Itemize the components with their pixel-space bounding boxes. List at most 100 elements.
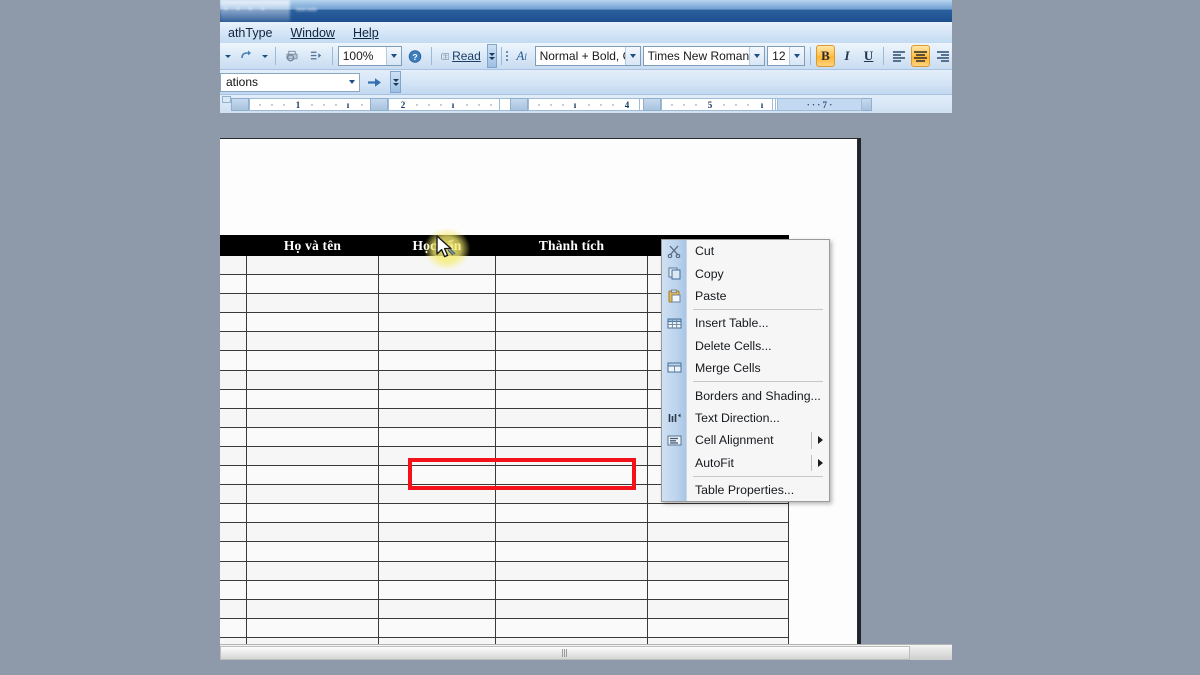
table-cell[interactable] — [496, 580, 648, 599]
show-formatting-marks-icon[interactable] — [305, 45, 327, 67]
font-size-dropdown-icon[interactable] — [789, 47, 804, 65]
ruler-tab-stop-3[interactable] — [643, 98, 661, 111]
table-row[interactable] — [220, 580, 789, 599]
table-cell[interactable] — [247, 580, 379, 599]
table-cell[interactable] — [247, 389, 379, 408]
table-cell[interactable] — [379, 599, 496, 618]
table-cell[interactable] — [220, 523, 247, 542]
table-cell[interactable] — [648, 561, 789, 580]
table-cell[interactable] — [247, 275, 379, 294]
table-cell[interactable] — [247, 332, 379, 351]
horizontal-scrollbar-thumb[interactable] — [220, 646, 910, 660]
table-cell[interactable] — [379, 275, 496, 294]
redo-arrow-icon[interactable] — [235, 45, 257, 67]
table-cell[interactable] — [247, 485, 379, 504]
table-cell[interactable] — [379, 294, 496, 313]
table-cell[interactable] — [496, 427, 648, 446]
menu-item-mathtype[interactable]: athType — [220, 24, 282, 42]
horizontal-scrollbar[interactable] — [220, 644, 952, 660]
table-cell[interactable] — [496, 599, 648, 618]
table-cell[interactable] — [247, 370, 379, 389]
table-cell[interactable] — [379, 256, 496, 275]
table-cell[interactable] — [379, 313, 496, 332]
table-cell[interactable] — [247, 599, 379, 618]
underline-button[interactable]: U — [859, 45, 879, 67]
table-cell[interactable] — [379, 485, 496, 504]
table-cell[interactable] — [496, 542, 648, 561]
align-center-icon[interactable] — [911, 45, 931, 67]
align-right-icon[interactable] — [932, 45, 952, 67]
table-cell[interactable] — [648, 523, 789, 542]
table-cell[interactable] — [496, 351, 648, 370]
table-cell[interactable] — [247, 542, 379, 561]
table-cell[interactable] — [496, 332, 648, 351]
table-cell[interactable] — [220, 370, 247, 389]
table-cell[interactable] — [220, 427, 247, 446]
table-row[interactable] — [220, 542, 789, 561]
table-cell[interactable] — [220, 332, 247, 351]
table-row[interactable] — [220, 599, 789, 618]
table-cell[interactable] — [648, 580, 789, 599]
table-cell[interactable] — [247, 618, 379, 637]
secondary-combobox[interactable]: ations — [220, 73, 360, 92]
zoom-dropdown-icon[interactable] — [386, 47, 401, 65]
font-combobox[interactable]: Times New Roman — [643, 46, 766, 66]
table-cell[interactable] — [379, 370, 496, 389]
style-dropdown-icon[interactable] — [625, 47, 640, 65]
table-cell[interactable] — [496, 389, 648, 408]
table-cell[interactable] — [379, 351, 496, 370]
menu-item-window[interactable]: Window — [282, 24, 344, 42]
table-cell[interactable] — [496, 313, 648, 332]
table-cell[interactable] — [496, 561, 648, 580]
context-menu-item-text-direction[interactable]: Text Direction... — [662, 407, 829, 429]
context-menu-item-merge-cells[interactable]: Merge Cells — [662, 357, 829, 379]
table-cell[interactable] — [379, 427, 496, 446]
bold-button[interactable]: B — [816, 45, 836, 67]
table-row[interactable] — [220, 504, 789, 523]
table-cell[interactable] — [496, 485, 648, 504]
table-cell[interactable] — [247, 294, 379, 313]
table-cell[interactable] — [496, 618, 648, 637]
table-cell[interactable] — [379, 523, 496, 542]
table-cell[interactable] — [247, 504, 379, 523]
table-cell[interactable] — [379, 446, 496, 465]
table-cell[interactable] — [648, 599, 789, 618]
table-cell[interactable] — [379, 561, 496, 580]
style-combobox[interactable]: Normal + Bold, C — [535, 46, 641, 66]
table-cell[interactable] — [648, 542, 789, 561]
table-cell[interactable] — [220, 389, 247, 408]
horizontal-ruler[interactable]: ··· 1 ··· ı · 2 ··· ı ··· ··· ı ··· 4 — [220, 95, 952, 113]
table-cell[interactable] — [220, 275, 247, 294]
context-menu-item-cut[interactable]: Cut — [662, 240, 829, 262]
table-cell[interactable] — [247, 256, 379, 275]
table-row[interactable] — [220, 618, 789, 637]
blue-right-arrow-icon[interactable] — [363, 71, 387, 93]
italic-button[interactable]: I — [837, 45, 857, 67]
table-cell[interactable] — [220, 618, 247, 637]
table-cell[interactable] — [247, 446, 379, 465]
table-cell[interactable] — [220, 351, 247, 370]
table-cell[interactable] — [648, 504, 789, 523]
context-menu-item-autofit[interactable]: AutoFit — [662, 452, 829, 474]
table-cell[interactable] — [220, 485, 247, 504]
table-cell[interactable] — [220, 294, 247, 313]
ruler-tab-stop-1[interactable] — [370, 98, 388, 111]
table-cell[interactable] — [379, 332, 496, 351]
table-cell[interactable] — [379, 408, 496, 427]
context-menu-item-cell-alignment[interactable]: Cell Alignment — [662, 429, 829, 451]
table-cell[interactable] — [247, 351, 379, 370]
context-menu-item-copy[interactable]: Copy — [662, 262, 829, 284]
table-cell[interactable] — [247, 523, 379, 542]
table-cell[interactable] — [220, 580, 247, 599]
secondary-toolbar-overflow-icon[interactable] — [390, 71, 401, 93]
table-cell[interactable] — [220, 542, 247, 561]
table-cell[interactable] — [496, 294, 648, 313]
table-cell[interactable] — [247, 561, 379, 580]
help-question-icon[interactable]: ? — [404, 45, 426, 67]
table-cell[interactable] — [379, 389, 496, 408]
font-size-combobox[interactable]: 12 — [767, 46, 805, 66]
table-cell[interactable] — [220, 504, 247, 523]
table-cell[interactable] — [220, 256, 247, 275]
table-cell[interactable] — [247, 427, 379, 446]
redo-dropdown-icon[interactable] — [259, 45, 270, 67]
